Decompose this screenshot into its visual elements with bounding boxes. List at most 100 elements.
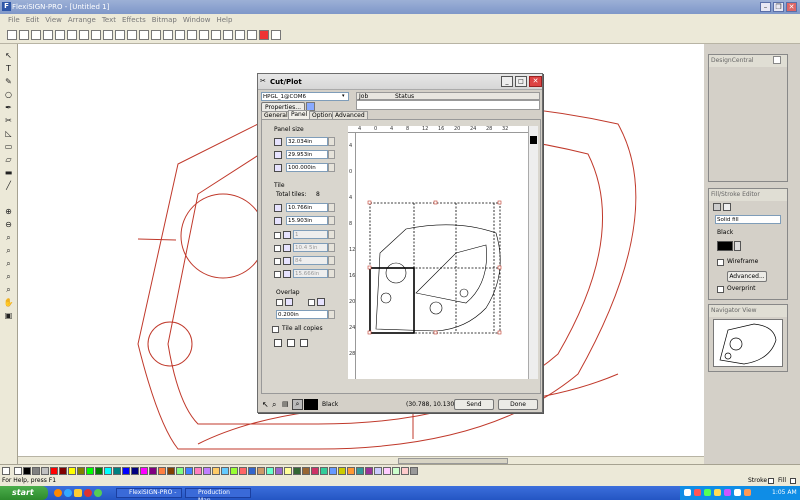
palette-swatch[interactable] [32,467,40,475]
palette-swatch[interactable] [14,467,22,475]
palette-swatch[interactable] [158,467,166,475]
fill-tab-icon[interactable] [713,203,721,211]
palette-swatch[interactable] [212,467,220,475]
overlap-spinner[interactable] [328,310,335,319]
palette-swatch[interactable] [113,467,121,475]
print-icon[interactable] [55,30,66,40]
palette-swatch[interactable] [185,467,193,475]
palette-swatch[interactable] [392,467,400,475]
palette-swatch[interactable] [239,467,247,475]
palette-swatch[interactable] [383,467,391,475]
export-icon[interactable] [115,30,126,40]
palette-swatch[interactable] [356,467,364,475]
weed-icon[interactable] [247,30,258,40]
restore-button[interactable]: ❐ [773,2,784,12]
device-dropdown-icon[interactable]: ▾ [342,93,348,100]
palette-swatch[interactable] [311,467,319,475]
tile-rows-checkbox[interactable] [274,258,281,265]
palette-swatch[interactable] [221,467,229,475]
palette-swatch[interactable] [284,467,292,475]
palette-swatch[interactable] [338,467,346,475]
rotate-icon[interactable] [187,30,198,40]
palette-swatch[interactable] [95,467,103,475]
tile-all-copies-checkbox[interactable] [272,326,279,333]
tray-security-icon[interactable] [694,489,701,496]
panel-width-input[interactable]: 32.034in [286,137,328,146]
refresh-icon[interactable] [199,30,210,40]
stroke-tab-icon[interactable] [723,203,731,211]
palette-swatch[interactable] [410,467,418,475]
scissors-icon[interactable] [127,30,138,40]
group-icon[interactable] [211,30,222,40]
color-sample-icon[interactable]: ▣ [3,310,14,321]
tile-preview-icon[interactable] [300,339,308,347]
palette-swatch[interactable] [401,467,409,475]
palette-swatch[interactable] [293,467,301,475]
zoom-previous-icon[interactable]: ⌕ [3,284,14,295]
palette-swatch[interactable] [59,467,67,475]
dialog-maximize-button[interactable]: □ [515,76,527,87]
panel-width-spinner[interactable] [328,137,335,146]
tile-columns-checkbox[interactable] [274,232,281,239]
media-icon[interactable] [84,489,92,497]
zoom-selected-icon[interactable]: ⌕ [3,271,14,282]
copy-icon[interactable] [139,30,150,40]
vinyl-icon[interactable] [91,30,102,40]
preview-scroll-thumb[interactable] [530,136,537,144]
ungroup-icon[interactable] [223,30,234,40]
save-as-icon[interactable] [43,30,54,40]
color-dropdown-icon[interactable] [734,241,741,251]
zoom-all-icon[interactable]: ⌕ [3,245,14,256]
overlap-input[interactable]: 0.200in [276,310,328,319]
palette-swatch[interactable] [275,467,283,475]
redo-icon[interactable] [175,30,186,40]
knife-tool-icon[interactable]: ✂ [3,115,14,126]
new-icon[interactable] [7,30,18,40]
palette-swatch[interactable] [77,467,85,475]
folder-icon[interactable] [74,489,82,497]
open-icon[interactable] [19,30,30,40]
palette-swatch[interactable] [41,467,49,475]
preview-zoom-icon[interactable]: ⌕ [272,400,281,409]
overlap-vertical-checkbox[interactable] [308,299,315,306]
task-production-manager[interactable]: Production Man... [185,488,251,500]
tile-reset-icon[interactable] [287,339,295,347]
messenger-icon[interactable] [94,489,102,497]
send-button[interactable]: Send [454,399,494,410]
palette-swatch[interactable] [104,467,112,475]
menu-text[interactable]: Text [99,14,119,26]
preview-lock-icon[interactable]: ▤ [282,400,291,409]
panel-overlap-input[interactable]: 100.000in [286,163,328,172]
palette-swatch[interactable] [68,467,76,475]
horizontal-scrollbar[interactable] [18,456,704,464]
overprint-checkbox[interactable] [717,286,724,293]
palette-swatch[interactable] [347,467,355,475]
tray-volume-icon[interactable] [714,489,721,496]
palette-swatch[interactable] [23,467,31,475]
palette-swatch[interactable] [176,467,184,475]
done-button[interactable]: Done [498,399,538,410]
palette-swatch[interactable] [248,467,256,475]
palette-swatch[interactable] [167,467,175,475]
navigator-preview[interactable] [713,319,783,367]
undo-icon[interactable] [163,30,174,40]
tray-antivirus-icon[interactable] [744,489,751,496]
preview-pan-icon[interactable]: ⌕ [292,399,303,410]
paste-icon[interactable] [151,30,162,40]
tile-width-spinner[interactable] [328,203,335,212]
preview-vertical-scrollbar[interactable] [528,126,538,379]
palette-swatch[interactable] [320,467,328,475]
tile-height-spinner[interactable] [328,216,335,225]
palette-swatch[interactable] [257,467,265,475]
device-select[interactable]: HPGL_1@COM6 [261,92,349,101]
bezier-tool-icon[interactable]: ✒ [3,102,14,113]
start-button[interactable]: start [0,486,48,500]
panel-height-input[interactable]: 29.953in [286,150,328,159]
tile-arrange-icon[interactable] [274,339,282,347]
menu-arrange[interactable]: Arrange [65,14,99,26]
palette-swatch[interactable] [50,467,58,475]
palette-swatch[interactable] [149,467,157,475]
ellipse-tool-icon[interactable]: ○ [3,89,14,100]
close-button[interactable]: ✕ [786,2,797,12]
zoom-page-icon[interactable]: ⌕ [3,258,14,269]
